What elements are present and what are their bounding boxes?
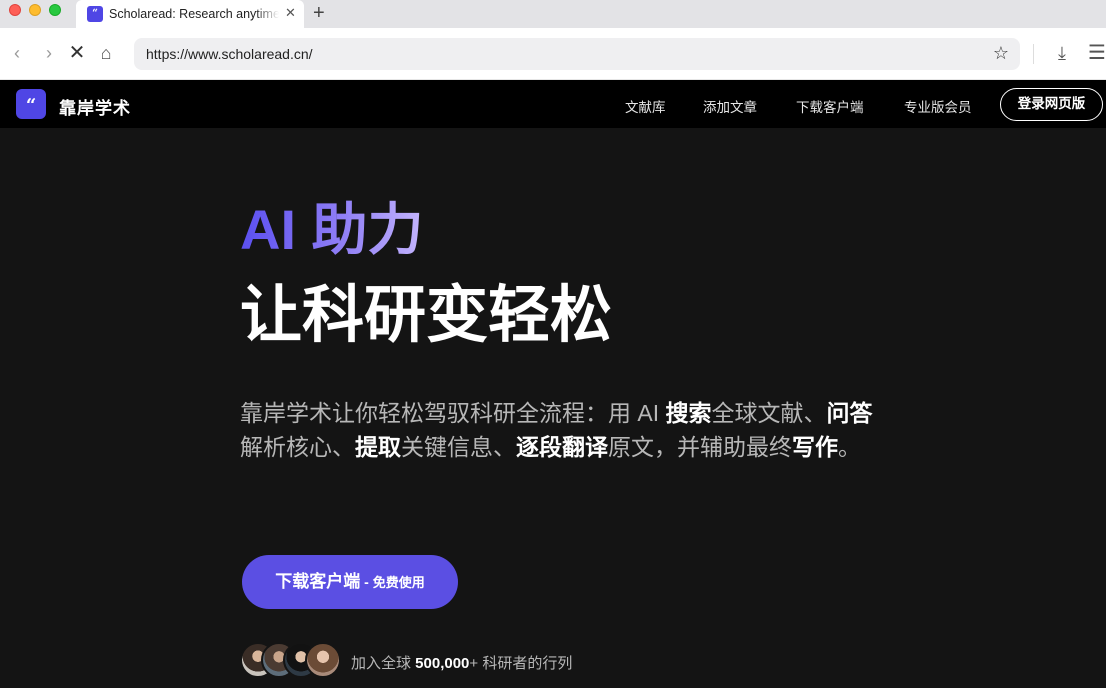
site-header: “ 靠岸学术 文献库 添加文章 下载客户端 专业版会员 登录网页版 [0, 80, 1106, 128]
forward-icon[interactable]: › [38, 42, 60, 64]
tab-close-icon[interactable]: ✕ [285, 5, 296, 21]
hero-section: AI 助力 让科研变轻松 靠岸学术让你轻松驾驭科研全流程：用 AI 搜索全球文献… [0, 128, 1106, 688]
login-web-button[interactable]: 登录网页版 [1000, 88, 1103, 121]
browser-tab-bar: “ Scholaread: Research anytime ✕ + [0, 0, 1106, 28]
hero-title-main: 让科研变轻松 [240, 281, 613, 350]
cta-free-label: 免费使用 [372, 575, 425, 590]
toolbar-divider [1033, 44, 1034, 64]
home-icon[interactable]: ⌂ [95, 42, 117, 64]
maximize-window-button[interactable] [49, 4, 61, 16]
desc-keyword-translate: 逐段翻译 [516, 434, 608, 460]
menu-icon[interactable]: ☰ [1086, 42, 1106, 64]
download-icon[interactable]: ⤓ [1051, 42, 1073, 64]
url-text[interactable]: https://www.scholaread.cn/ [146, 46, 313, 62]
browser-nav-bar: ‹ › ✕ ⌂ https://www.scholaread.cn/ ☆ ⤓ ☰ [0, 28, 1106, 80]
site-favicon-icon: “ [87, 6, 103, 22]
desc-text: 解析核心、 [240, 434, 355, 460]
nav-pro-membership[interactable]: 专业版会员 [904, 96, 972, 116]
minimize-window-button[interactable] [29, 4, 41, 16]
hero-description: 靠岸学术让你轻松驾驭科研全流程：用 AI 搜索全球文献、问答解析核心、提取关键信… [240, 396, 880, 464]
desc-keyword-write: 写作 [792, 434, 838, 460]
nav-add-article[interactable]: 添加文章 [703, 96, 757, 116]
cta-separator: - [360, 574, 373, 590]
join-count: 500,000 [415, 655, 470, 672]
nav-library[interactable]: 文献库 [625, 96, 666, 116]
cta-main-label: 下载客户端 [275, 572, 361, 591]
avatar [305, 642, 341, 678]
bookmark-star-icon[interactable]: ☆ [993, 43, 1009, 64]
stop-icon[interactable]: ✕ [66, 42, 88, 64]
new-tab-icon[interactable]: + [313, 2, 325, 24]
tab-title: Scholaread: Research anytime [109, 7, 279, 23]
desc-keyword-search: 搜索 [665, 400, 712, 426]
close-window-button[interactable] [9, 4, 21, 16]
back-icon[interactable]: ‹ [6, 42, 28, 64]
site-logo-text[interactable]: 靠岸学术 [59, 94, 131, 119]
desc-text: 。 [838, 434, 861, 460]
join-suffix: + 科研者的行列 [469, 655, 573, 672]
desc-keyword-qa: 问答 [826, 400, 873, 426]
browser-tab[interactable]: “ Scholaread: Research anytime ✕ [76, 0, 304, 28]
nav-download-client[interactable]: 下载客户端 [796, 96, 864, 116]
join-prefix: 加入全球 [351, 655, 416, 672]
desc-text: 原文，并辅助最终 [608, 434, 792, 460]
join-researchers-text: 加入全球 500,000+ 科研者的行列 [351, 652, 572, 673]
desc-text: 靠岸学术让你轻松驾驭科研全流程：用 AI [240, 400, 666, 426]
user-avatars [240, 642, 341, 678]
desc-text: 关键信息、 [401, 434, 516, 460]
download-client-button[interactable]: 下载客户端 - 免费使用 [242, 555, 458, 609]
desc-text: 全球文献、 [711, 400, 827, 426]
hero-title-ai: AI 助力 [240, 198, 424, 261]
address-bar[interactable]: https://www.scholaread.cn/ ☆ [134, 38, 1020, 70]
logo-quote-icon[interactable]: “ [16, 89, 46, 119]
desc-keyword-extract: 提取 [355, 434, 401, 460]
